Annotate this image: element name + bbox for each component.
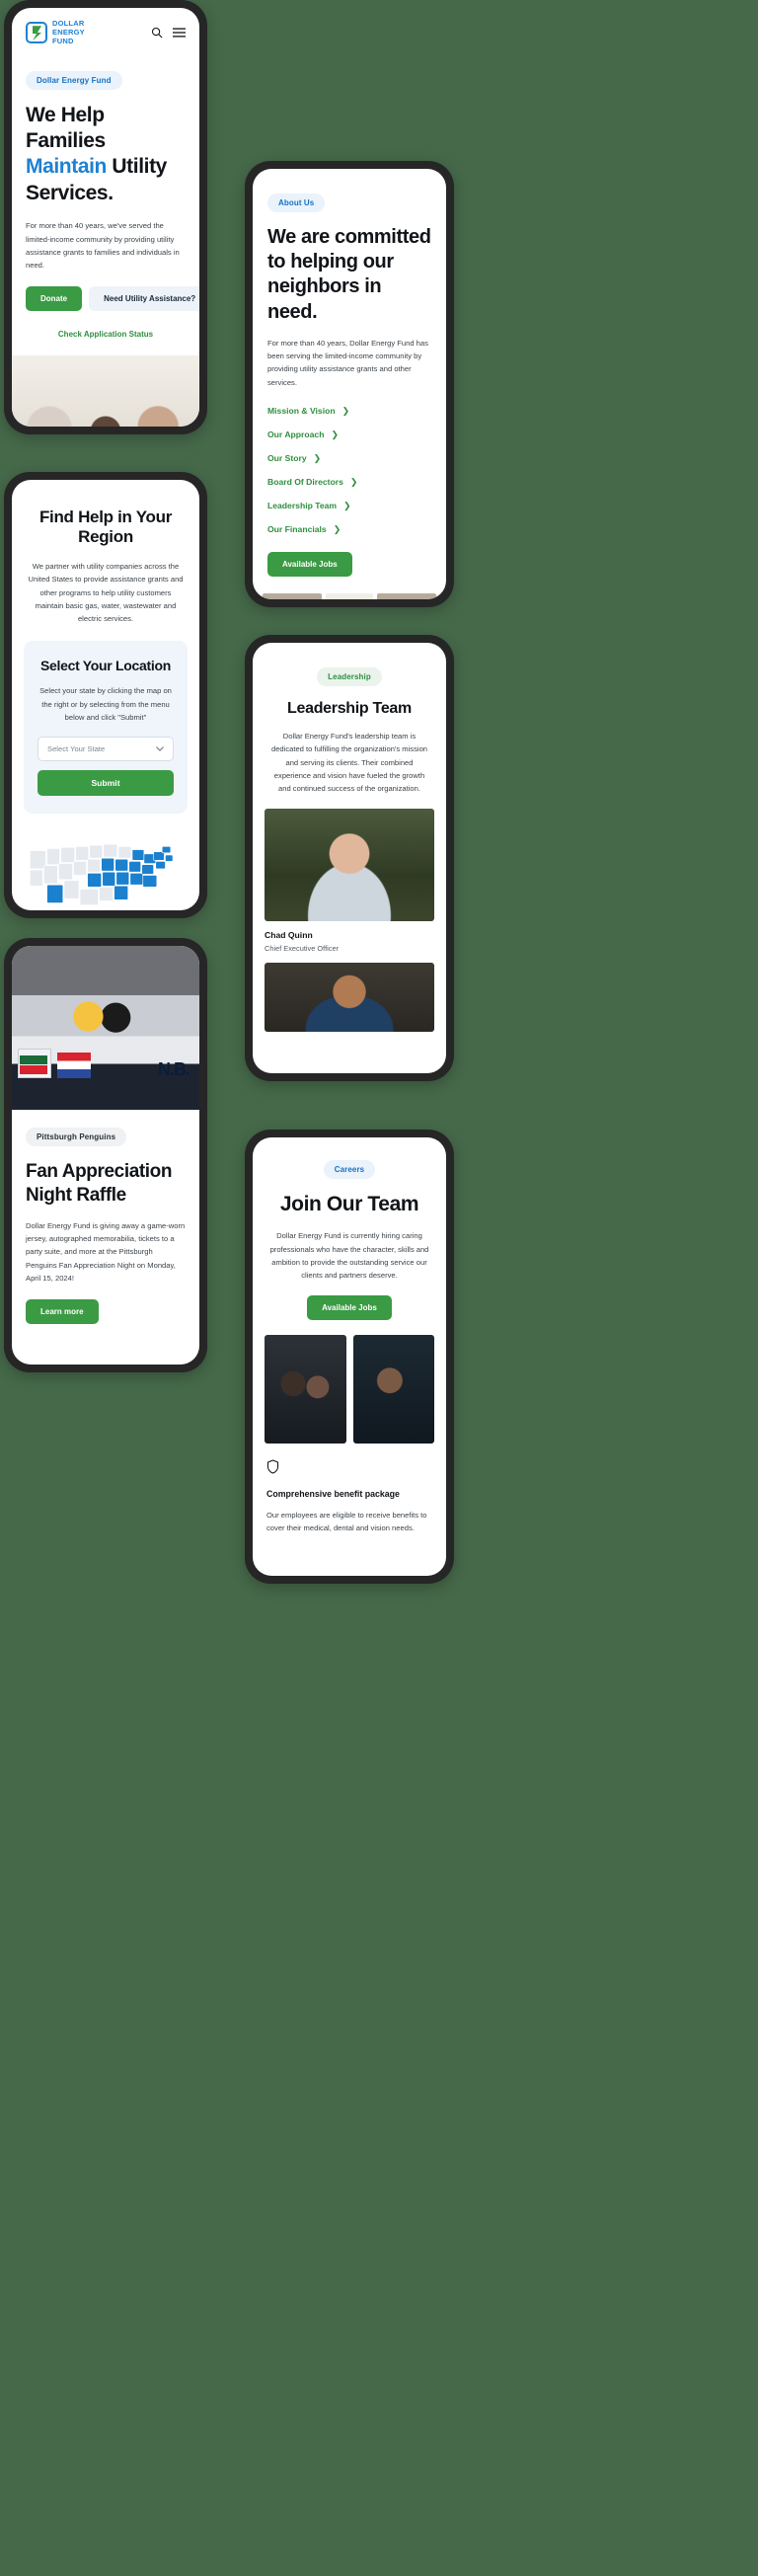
benefit-title: Comprehensive benefit package [266,1488,400,1499]
careers-available-jobs-button[interactable]: Available Jobs [307,1294,392,1320]
leadership-member-title-1: Chief Executive Officer [265,944,340,954]
check-application-status-link[interactable]: Check Application Status [58,330,153,339]
region-heading: Find Help in Your Region [38,507,173,546]
screenshot-stage: DOLLAR ENERGY FUND Dollar Energy Fund We… [0,0,758,2576]
about-screen: About Us We are committed to helping our… [253,169,446,599]
phone-mockup-raffle: N.B. Pittsburgh Penguins Fan Appreciatio… [4,938,207,1372]
about-link-label-4: Leadership Team [267,501,338,511]
home-heading-accent: Maintain [26,155,107,179]
about-link-label-2: Our Story [267,453,307,464]
raffle-heading-line-2: Night Raffle [26,1184,126,1206]
phone-mockup-region: Find Help in Your Region We partner with… [4,472,207,918]
raffle-screen: N.B. Pittsburgh Penguins Fan Appreciatio… [12,946,199,1365]
us-map-svg [30,844,174,906]
home-hero-photo [12,355,199,427]
submit-button[interactable]: Submit [38,770,174,797]
leadership-paragraph: Dollar Energy Fund's leadership team is … [270,732,428,794]
header-actions [151,27,186,39]
phone-mockup-careers: Careers Join Our Team Dollar Energy Fund… [245,1130,454,1584]
need-utility-assistance-button[interactable]: Need Utility Assistance? [89,286,199,312]
careers-screen: Careers Join Our Team Dollar Energy Fund… [253,1137,446,1576]
chevron-right-icon: ❯ [333,523,341,534]
home-heading: We Help Families Maintain Utility Servic… [26,103,186,207]
chevron-right-icon: ❯ [349,476,358,487]
home-paragraph: For more than 40 years, we've served the… [26,221,180,271]
about-link-label-5: Our Financials [267,524,327,535]
leadership-screen: Leadership Leadership Team Dollar Energy… [253,643,446,1073]
hamburger-menu-icon[interactable] [173,27,186,39]
raffle-badge: Pittsburgh Penguins [26,1128,127,1146]
careers-heading: Join Our Team [279,1193,419,1215]
home-screen: DOLLAR ENERGY FUND Dollar Energy Fund We… [12,8,199,427]
learn-more-button[interactable]: Learn more [26,1299,99,1325]
brand-logo[interactable]: DOLLAR ENERGY FUND [26,19,85,46]
select-location-heading: Select Your Location [40,658,171,674]
state-select[interactable]: Select Your State [38,737,174,762]
about-link-our-story[interactable]: Our Story ❯ [267,453,431,464]
chevron-right-icon: ❯ [341,405,350,416]
about-link-mission-vision[interactable]: Mission & Vision ❯ [267,406,431,417]
about-badge: About Us [267,194,326,212]
leadership-badge: Leadership [317,667,382,686]
brand-line-3: FUND [52,36,74,45]
phone-mockup-home: DOLLAR ENERGY FUND Dollar Energy Fund We… [4,0,207,434]
home-badge: Dollar Energy Fund [26,70,122,90]
about-link-label-1: Our Approach [267,429,325,440]
benefit-text: Our employees are eligible to receive be… [266,1510,427,1532]
leadership-member-photo-2 [265,963,434,1033]
state-select-value: Select Your State [47,744,106,754]
careers-photo-2 [352,1334,434,1444]
about-link-label-3: Board Of Directors [267,477,343,488]
phone-mockup-leadership: Leadership Leadership Team Dollar Energy… [245,635,454,1081]
raffle-photo: N.B. [12,946,199,1110]
raffle-heading-line-1: Fan Appreciation [26,1161,173,1182]
about-gallery-photo-1 [263,592,322,599]
about-gallery-photo-2 [326,592,373,599]
careers-paragraph: Dollar Energy Fund is currently hiring c… [269,1231,429,1281]
about-link-our-financials[interactable]: Our Financials ❯ [267,524,431,535]
search-icon[interactable] [151,27,163,39]
select-location-panel: Select Your Location Select your state b… [24,641,188,815]
select-location-instructions: Select your state by clicking the map on… [39,686,172,722]
careers-photo-1 [265,1334,346,1444]
phone-mockup-about: About Us We are committed to helping our… [245,161,454,607]
donate-button[interactable]: Donate [26,286,83,312]
careers-badge: Careers [323,1160,376,1179]
about-paragraph: For more than 40 years, Dollar Energy Fu… [267,338,428,387]
chevron-right-icon: ❯ [331,429,340,439]
leadership-member-name-1: Chad Quinn [265,930,313,941]
home-heading-part-1: We Help Families [26,103,106,152]
shield-icon [266,1459,279,1474]
region-screen: Find Help in Your Region We partner with… [12,480,199,910]
about-gallery-photo-3 [377,592,436,599]
about-link-board-of-directors[interactable]: Board Of Directors ❯ [267,477,431,488]
raffle-heading: Fan Appreciation Night Raffle [26,1160,186,1208]
region-paragraph: We partner with utility companies across… [28,562,184,624]
about-link-leadership-team[interactable]: Leadership Team ❯ [267,501,431,511]
chevron-right-icon: ❯ [313,452,322,463]
about-link-label-0: Mission & Vision [267,406,336,417]
chevron-right-icon: ❯ [343,500,351,510]
about-link-our-approach[interactable]: Our Approach ❯ [267,429,431,440]
us-service-map[interactable] [12,814,199,910]
site-header: DOLLAR ENERGY FUND [12,8,199,46]
about-heading: We are committed to helping our neighbor… [267,226,431,323]
raffle-paragraph: Dollar Energy Fund is giving away a game… [26,1220,186,1283]
available-jobs-button[interactable]: Available Jobs [267,551,352,577]
chevron-down-icon [156,746,164,752]
brand-wordmark: DOLLAR ENERGY FUND [52,19,85,46]
leadership-heading: Leadership Team [287,700,412,717]
leadership-member-photo-1 [265,809,434,922]
dollar-energy-fund-logo-icon [26,22,47,44]
